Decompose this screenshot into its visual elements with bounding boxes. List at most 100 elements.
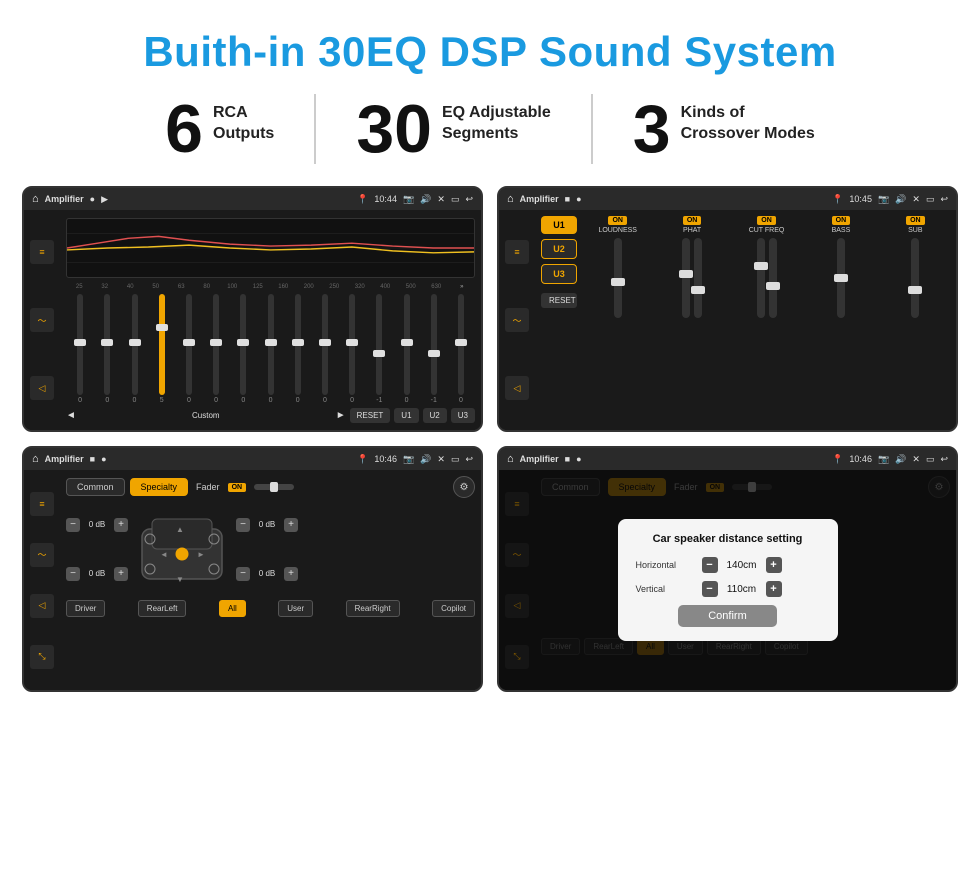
eq-slider-11[interactable]: -1 [367,294,391,404]
vol-tl-minus[interactable]: − [66,518,80,532]
vol-bl-minus[interactable]: − [66,567,80,581]
rearleft-button[interactable]: RearLeft [138,600,187,617]
back4-icon: ↩ [940,454,948,465]
camera3-icon: 📷 [403,454,414,465]
camera4-icon: 📷 [878,454,889,465]
common-tab[interactable]: Common [66,478,125,496]
vertical-minus-button[interactable]: − [702,581,718,597]
page-title: Buith-in 30EQ DSP Sound System [0,0,980,94]
home-icon-4[interactable]: ⌂ [507,453,514,465]
freq-expand[interactable]: » [451,284,474,290]
cutfreq-slider-g[interactable] [769,238,777,318]
cutfreq-slider-f[interactable] [757,238,765,318]
arrows-icon[interactable]: ⤡ [30,645,54,669]
horizontal-minus-button[interactable]: − [702,557,718,573]
vol-tl-plus[interactable]: + [114,518,128,532]
eq-slider-8[interactable]: 0 [286,294,310,404]
eq-slider-0[interactable]: 0 [68,294,92,404]
screen2-title: Amplifier [520,194,559,204]
vertical-plus-button[interactable]: + [766,581,782,597]
speaker2-icon[interactable]: ◁ [505,376,529,400]
eq-slider-9[interactable]: 0 [313,294,337,404]
eq-slider-3[interactable]: 5 [150,294,174,404]
horizontal-value: 140cm [722,560,762,571]
eq-slider-6[interactable]: 0 [231,294,255,404]
speaker-icon[interactable]: ◁ [30,376,54,400]
window3-icon: ▭ [451,454,460,465]
loudness-slider[interactable] [614,238,622,318]
bass-slider[interactable] [837,238,845,318]
svg-text:▼: ▼ [176,575,184,584]
freq-label-13: 500 [400,284,423,290]
eq-freq-labels: 25 32 40 50 63 80 100 125 160 200 250 32… [66,284,475,290]
stat-rca: 6 RCAOutputs [125,95,314,163]
eq-slider-14[interactable]: 0 [449,294,473,404]
eq-main-area: 25 32 40 50 63 80 100 125 160 200 250 32… [60,210,481,430]
eq-u2-button[interactable]: U2 [423,408,447,423]
vol-br-plus[interactable]: + [284,567,298,581]
screen1-title: Amplifier [45,194,84,204]
eq-slider-7[interactable]: 0 [258,294,282,404]
freq-label-7: 125 [247,284,270,290]
vol-bl-plus[interactable]: + [114,567,128,581]
settings-icon[interactable]: ⚙ [453,476,475,498]
wave-icon[interactable]: 〜 [30,308,54,332]
fader-slider[interactable] [254,484,294,490]
eq-prev-button[interactable]: ◄ [66,410,76,421]
eq-reset-button[interactable]: RESET [350,408,391,423]
u2-button[interactable]: U2 [541,239,577,259]
eq-slider-13[interactable]: -1 [422,294,446,404]
eq-u3-button[interactable]: U3 [451,408,475,423]
eq-u1-button[interactable]: U1 [394,408,418,423]
eq-slider-12[interactable]: 0 [394,294,418,404]
user-button[interactable]: User [278,600,313,617]
car-diagram: ▲ ▼ ◄ ► [132,504,232,594]
stat-crossover: 3 Kinds ofCrossover Modes [593,95,855,163]
dialog-horizontal-row: Horizontal − 140cm + [636,557,820,573]
dot6-icon: ■ [565,454,570,464]
wave2-icon[interactable]: 〜 [505,308,529,332]
loudness-on-badge: ON [608,216,627,225]
home-icon-2[interactable]: ⌂ [507,193,514,205]
horizontal-plus-button[interactable]: + [766,557,782,573]
eq-slider-4[interactable]: 0 [177,294,201,404]
back-icon: ↩ [465,194,473,205]
eq-slider-10[interactable]: 0 [340,294,364,404]
eq-slider-5[interactable]: 0 [204,294,228,404]
screen4-topbar: ⌂ Amplifier ■ ● 📍 10:46 📷 🔊 ✕ ▭ ↩ [499,448,956,470]
eq-slider-1[interactable]: 0 [95,294,119,404]
u1-button[interactable]: U1 [541,216,577,234]
fader-label: Fader [196,482,220,492]
speaker3-icon[interactable]: ◁ [30,594,54,618]
copilot-button[interactable]: Copilot [432,600,475,617]
amp2-reset-button[interactable]: RESET [541,293,577,308]
eq2-icon[interactable]: ≡ [505,240,529,264]
vol-tr-minus[interactable]: − [236,518,250,532]
window4-icon: ▭ [926,454,935,465]
wave3-icon[interactable]: 〜 [30,543,54,567]
eq-next-button[interactable]: ► [336,410,346,421]
confirm-button[interactable]: Confirm [678,605,777,627]
eq-slider-2[interactable]: 0 [122,294,146,404]
vol-br-minus[interactable]: − [236,567,250,581]
right-vol-controls: − 0 dB + − 0 dB + [236,518,298,581]
home-icon[interactable]: ⌂ [32,193,39,205]
freq-label-8: 160 [272,284,295,290]
dialog-box: Car speaker distance setting Horizontal … [618,519,838,641]
phat-slider-f[interactable] [694,238,702,318]
phat-slider-g[interactable] [682,238,690,318]
all-button[interactable]: All [219,600,246,617]
sub-slider[interactable] [911,238,919,318]
dialog-overlay: Car speaker distance setting Horizontal … [499,470,956,690]
u3-button[interactable]: U3 [541,264,577,284]
freq-label-3: 50 [145,284,168,290]
specialty-tab[interactable]: Specialty [130,478,189,496]
vol-row-tl: − 0 dB + [66,518,128,532]
home-icon-3[interactable]: ⌂ [32,453,39,465]
driver-button[interactable]: Driver [66,600,105,617]
eq-icon[interactable]: ≡ [30,240,54,264]
dialog-title: Car speaker distance setting [636,533,820,545]
vol-tr-plus[interactable]: + [284,518,298,532]
rearright-button[interactable]: RearRight [346,600,400,617]
eq3-icon[interactable]: ≡ [30,492,54,516]
